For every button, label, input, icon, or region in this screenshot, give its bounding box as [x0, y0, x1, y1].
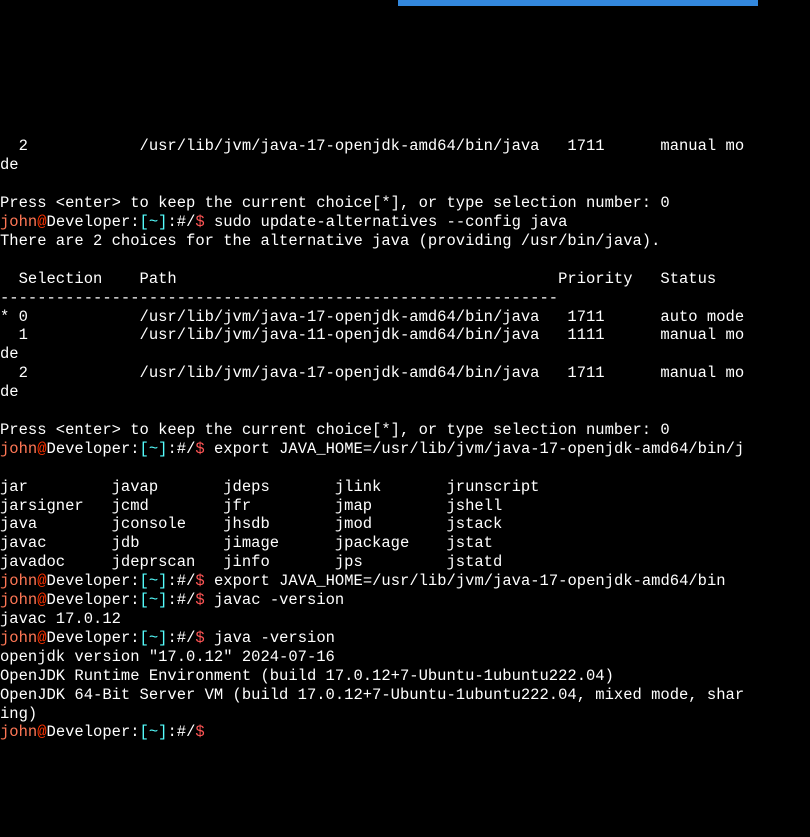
- command-text: javac -version: [205, 591, 345, 609]
- prompt-lbracket: [: [140, 591, 149, 609]
- output-line: Selection Path Priority Status: [0, 270, 716, 288]
- output-line: jar javap jdeps jlink jrunscript: [0, 478, 540, 496]
- prompt-tilde: ~: [149, 572, 158, 590]
- prompt-tilde: ~: [149, 591, 158, 609]
- prompt-host: Developer:: [47, 572, 140, 590]
- command-text: sudo update-alternatives --config java: [205, 213, 568, 231]
- prompt-dollar: $: [195, 629, 204, 647]
- output-line: javac jdb jimage jpackage jstat: [0, 534, 493, 552]
- prompt-at: @: [37, 440, 46, 458]
- prompt-line: john@Developer:[~]:#/$ java -version: [0, 629, 335, 647]
- prompt-dollar: $: [195, 572, 204, 590]
- output-line: There are 2 choices for the alternative …: [0, 232, 660, 250]
- command-text: java -version: [205, 629, 335, 647]
- output-line: openjdk version "17.0.12" 2024-07-16: [0, 648, 335, 666]
- prompt-line-current[interactable]: john@Developer:[~]:#/$: [0, 723, 214, 741]
- prompt-path: :#/: [167, 629, 195, 647]
- prompt-user: john: [0, 440, 37, 458]
- command-input[interactable]: [205, 723, 214, 741]
- output-line: javac 17.0.12: [0, 610, 121, 628]
- prompt-at: @: [37, 591, 46, 609]
- output-line: de: [0, 156, 19, 174]
- prompt-path: :#/: [167, 440, 195, 458]
- terminal-output[interactable]: 2 /usr/lib/jvm/java-17-openjdk-amd64/bin…: [0, 118, 810, 742]
- output-line: 2 /usr/lib/jvm/java-17-openjdk-amd64/bin…: [0, 137, 744, 155]
- output-line: OpenJDK 64-Bit Server VM (build 17.0.12+…: [0, 686, 744, 704]
- command-text: export JAVA_HOME=/usr/lib/jvm/java-17-op…: [205, 572, 726, 590]
- output-line: 2 /usr/lib/jvm/java-17-openjdk-amd64/bin…: [0, 364, 744, 382]
- prompt-dollar: $: [195, 213, 204, 231]
- command-text: export JAVA_HOME=/usr/lib/jvm/java-17-op…: [205, 440, 745, 458]
- prompt-path: :#/: [167, 591, 195, 609]
- prompt-user: john: [0, 629, 37, 647]
- prompt-lbracket: [: [140, 572, 149, 590]
- prompt-lbracket: [: [140, 629, 149, 647]
- prompt-user: john: [0, 213, 37, 231]
- output-line: de: [0, 383, 19, 401]
- output-line: ----------------------------------------…: [0, 289, 558, 307]
- prompt-host: Developer:: [47, 629, 140, 647]
- prompt-tilde: ~: [149, 629, 158, 647]
- prompt-line: john@Developer:[~]:#/$ javac -version: [0, 591, 344, 609]
- prompt-path: :#/: [167, 213, 195, 231]
- prompt-line: john@Developer:[~]:#/$ sudo update-alter…: [0, 213, 567, 231]
- prompt-lbracket: [: [140, 723, 149, 741]
- prompt-at: @: [37, 213, 46, 231]
- output-line: javadoc jdeprscan jinfo jps jstatd: [0, 553, 502, 571]
- prompt-user: john: [0, 723, 37, 741]
- output-line: Press <enter> to keep the current choice…: [0, 194, 670, 212]
- prompt-host: Developer:: [47, 213, 140, 231]
- prompt-lbracket: [: [140, 213, 149, 231]
- prompt-host: Developer:: [47, 723, 140, 741]
- prompt-at: @: [37, 572, 46, 590]
- output-line: jarsigner jcmd jfr jmap jshell: [0, 497, 502, 515]
- output-line: ing): [0, 705, 37, 723]
- prompt-at: @: [37, 723, 46, 741]
- prompt-tilde: ~: [149, 723, 158, 741]
- output-line: java jconsole jhsdb jmod jstack: [0, 515, 502, 533]
- prompt-path: :#/: [167, 572, 195, 590]
- prompt-host: Developer:: [47, 591, 140, 609]
- prompt-dollar: $: [195, 723, 204, 741]
- prompt-path: :#/: [167, 723, 195, 741]
- output-line: Press <enter> to keep the current choice…: [0, 421, 670, 439]
- prompt-dollar: $: [195, 591, 204, 609]
- prompt-tilde: ~: [149, 440, 158, 458]
- prompt-dollar: $: [195, 440, 204, 458]
- prompt-user: john: [0, 591, 37, 609]
- prompt-rbracket: ]: [158, 723, 167, 741]
- prompt-at: @: [37, 629, 46, 647]
- output-line: 1 /usr/lib/jvm/java-11-openjdk-amd64/bin…: [0, 326, 744, 344]
- prompt-lbracket: [: [140, 440, 149, 458]
- prompt-host: Developer:: [47, 440, 140, 458]
- prompt-line: john@Developer:[~]:#/$ export JAVA_HOME=…: [0, 572, 726, 590]
- output-line: * 0 /usr/lib/jvm/java-17-openjdk-amd64/b…: [0, 308, 744, 326]
- prompt-tilde: ~: [149, 213, 158, 231]
- prompt-rbracket: ]: [158, 629, 167, 647]
- prompt-user: john: [0, 572, 37, 590]
- prompt-line: john@Developer:[~]:#/$ export JAVA_HOME=…: [0, 440, 744, 458]
- output-line: OpenJDK Runtime Environment (build 17.0.…: [0, 667, 614, 685]
- output-line: de: [0, 345, 19, 363]
- window-top-accent: [398, 0, 758, 6]
